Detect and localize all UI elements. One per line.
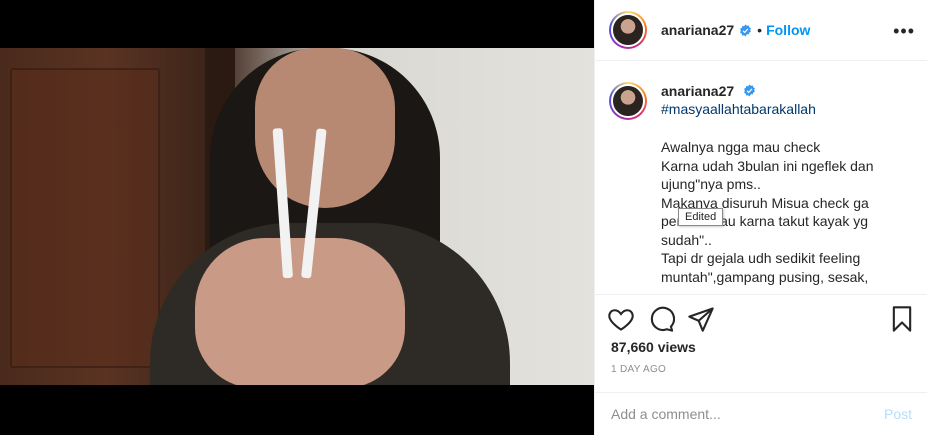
- comment-bubble-icon[interactable]: [647, 305, 675, 333]
- verified-badge-icon: [740, 24, 752, 36]
- video-person-hands: [195, 238, 405, 385]
- post-timestamp[interactable]: 1 DAY AGO: [611, 364, 666, 375]
- action-bar: [595, 294, 927, 342]
- avatar-image: [611, 13, 645, 47]
- comment-bar: Post: [595, 392, 927, 435]
- post-comment-button[interactable]: Post: [884, 406, 912, 422]
- caption-avatar[interactable]: [609, 82, 647, 120]
- media-panel: [0, 0, 594, 435]
- caption-username[interactable]: anariana27: [661, 83, 734, 99]
- header-username[interactable]: anariana27: [661, 22, 734, 38]
- avatar[interactable]: [609, 11, 647, 49]
- comment-input[interactable]: [611, 406, 884, 422]
- paper-plane-icon[interactable]: [687, 305, 715, 333]
- verified-badge-icon: [744, 84, 755, 97]
- follow-button[interactable]: Follow: [766, 22, 810, 38]
- caption-hashtag[interactable]: #masyaallahtabarakallah: [661, 101, 816, 117]
- view-count[interactable]: 87,660 views: [611, 339, 696, 355]
- post-header: anariana27 • Follow •••: [595, 0, 927, 61]
- caption-text: anariana27 #masyaallahtabarakallah: [661, 82, 816, 120]
- caption-header: anariana27 #masyaallahtabarakallah: [609, 82, 914, 120]
- heart-icon[interactable]: [607, 305, 635, 333]
- more-options-button[interactable]: •••: [893, 21, 915, 42]
- edited-tooltip: Edited: [678, 208, 724, 226]
- bookmark-icon[interactable]: [888, 305, 916, 333]
- background-door: [10, 68, 160, 368]
- caption-area: anariana27 #masyaallahtabarakallah Awaln…: [595, 62, 927, 294]
- video-player[interactable]: [0, 48, 594, 385]
- avatar-image: [611, 84, 645, 118]
- separator-dot: •: [757, 22, 763, 38]
- post-sidebar: anariana27 • Follow ••• anariana27 #masy…: [594, 0, 927, 435]
